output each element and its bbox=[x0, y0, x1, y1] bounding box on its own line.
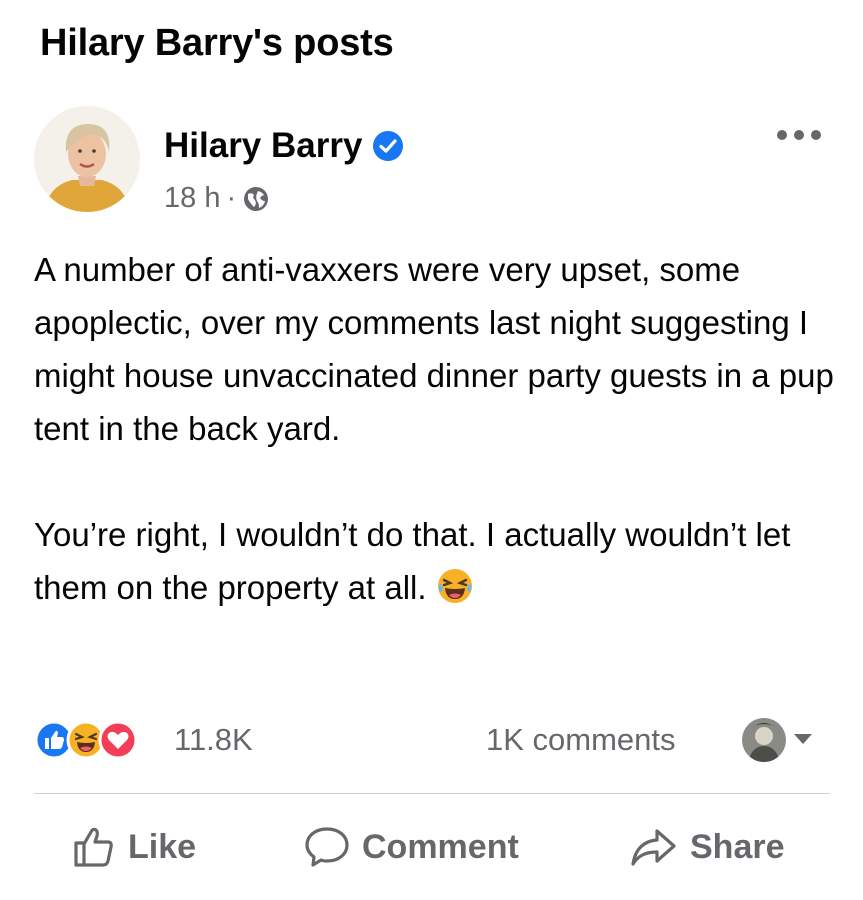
page-title: Hilary Barry's posts bbox=[40, 22, 394, 64]
share-arrow-icon bbox=[631, 829, 676, 866]
divider bbox=[34, 793, 830, 794]
comment-bubble-icon bbox=[305, 827, 349, 867]
post-time[interactable]: 18 h bbox=[164, 182, 220, 215]
chevron-down-icon[interactable] bbox=[792, 732, 814, 746]
post-meta: 18 h · bbox=[164, 182, 270, 215]
reaction-icons[interactable] bbox=[34, 720, 174, 760]
post-header: Hilary Barry 18 h · bbox=[34, 106, 834, 216]
like-button[interactable]: Like bbox=[72, 822, 196, 872]
verified-badge-icon bbox=[372, 130, 404, 162]
commenter-avatar[interactable] bbox=[742, 718, 786, 762]
comment-label: Comment bbox=[362, 827, 519, 866]
comment-button[interactable]: Comment bbox=[304, 822, 519, 872]
share-button[interactable]: Share bbox=[630, 822, 785, 872]
like-label: Like bbox=[128, 827, 197, 866]
post-body: A number of anti-vaxxers were very upset… bbox=[34, 243, 834, 614]
laughing-emoji-icon bbox=[437, 566, 473, 603]
more-options-icon[interactable] bbox=[774, 126, 824, 144]
post-paragraph-2: You’re right, I wouldn’t do that. I actu… bbox=[34, 508, 834, 614]
post-paragraph-1: A number of anti-vaxxers were very upset… bbox=[34, 251, 834, 447]
love-reaction-icon bbox=[98, 720, 138, 760]
reaction-count[interactable]: 11.8K bbox=[174, 722, 253, 758]
globe-icon[interactable] bbox=[242, 185, 270, 213]
author-name-row: Hilary Barry bbox=[164, 126, 404, 166]
reactions-row: 11.8K 1K comments bbox=[34, 716, 830, 764]
author-photo-icon bbox=[34, 106, 140, 212]
author-avatar[interactable] bbox=[34, 106, 140, 212]
post-paragraph-2-text: You’re right, I wouldn’t do that. I actu… bbox=[34, 516, 791, 606]
meta-separator: · bbox=[226, 182, 237, 214]
thumbs-up-icon bbox=[74, 827, 113, 867]
share-label: Share bbox=[690, 827, 785, 866]
author-name[interactable]: Hilary Barry bbox=[164, 126, 362, 166]
comments-count[interactable]: 1K comments bbox=[486, 722, 676, 758]
post-actions: Like Comment Share bbox=[34, 808, 830, 888]
